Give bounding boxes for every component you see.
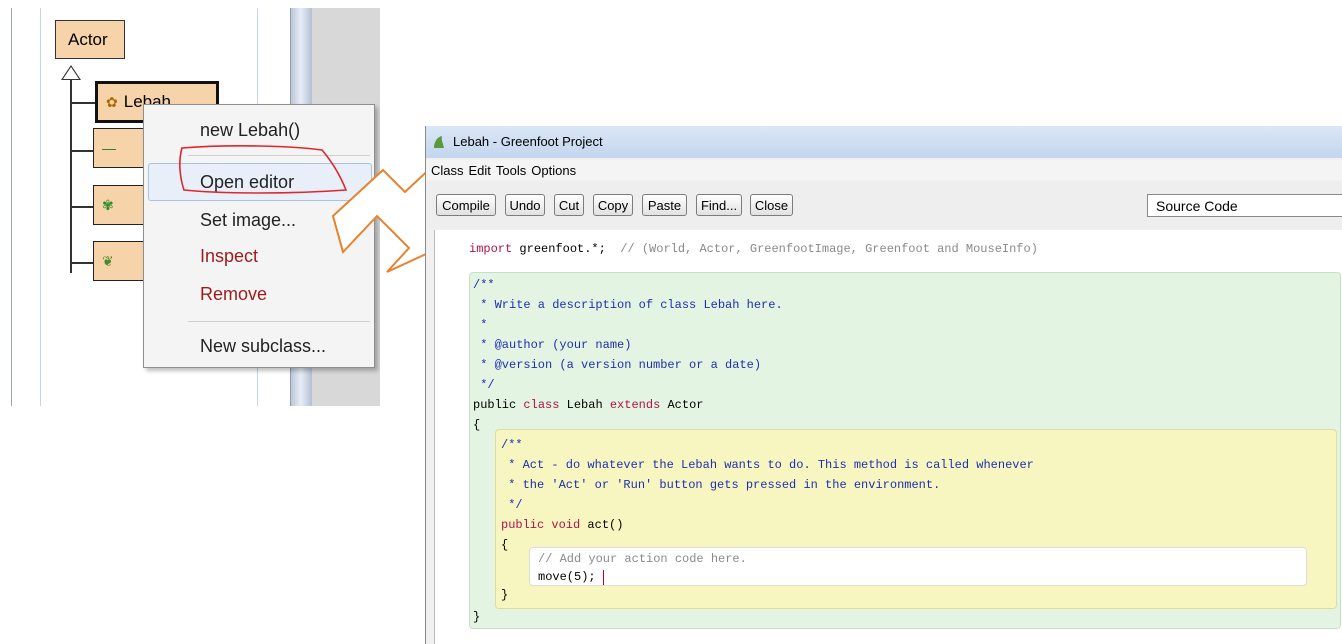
greenfoot-icon (434, 136, 444, 148)
window-titlebar[interactable]: Lebah - Greenfoot Project (426, 126, 1342, 158)
tree-connector (70, 206, 93, 208)
code-line-brace-open: { (473, 418, 481, 432)
code-line-import: import greenfoot.*; // (World, Actor, Gr… (469, 242, 1038, 256)
import-comment: // (World, Actor, GreenfootImage, Greenf… (605, 242, 1038, 256)
menu-item-remove[interactable]: Remove (200, 279, 267, 309)
window-title: Lebah - Greenfoot Project (453, 134, 603, 149)
close-button[interactable]: Close (750, 194, 793, 216)
code-line-method-decl: public void act() (501, 518, 623, 532)
editor-window: Lebah - Greenfoot Project Class Edit Too… (425, 126, 1342, 644)
paste-button[interactable]: Paste (642, 194, 687, 216)
menu-options[interactable]: Options (531, 163, 576, 178)
code-line-class-decl: public class Lebah extends Actor (473, 398, 704, 412)
code-line-doc5: * @version (a version number or a date) (473, 358, 762, 372)
keyword-import: import (469, 242, 513, 256)
code-line-mdoc2: * Act - do whatever the Lebah wants to d… (501, 458, 1034, 472)
menu-edit[interactable]: Edit (469, 163, 491, 178)
keyword-public: public (473, 398, 524, 412)
code-line-body-comment: // Add your action code here. (538, 552, 747, 566)
import-statement: greenfoot.*; (512, 242, 606, 256)
menu-separator (188, 321, 370, 322)
copy-button[interactable]: Copy (593, 194, 633, 216)
code-line-doc3: * (473, 318, 488, 332)
keyword-public-void: public void (501, 518, 581, 532)
menu-bar: Class Edit Tools Options (426, 160, 1342, 180)
bee-icon: ✿ (106, 93, 118, 110)
undo-button[interactable]: Undo (505, 194, 545, 216)
method-name: act() (580, 518, 624, 532)
code-line-method-brace-open: { (501, 538, 509, 552)
frog-icon: ✾ (102, 196, 114, 213)
text-cursor (603, 570, 604, 585)
plant-icon: ❦ (102, 252, 114, 269)
code-editor[interactable]: import greenfoot.*; // (World, Actor, Gr… (434, 230, 1342, 644)
panel-guide-line (40, 8, 41, 406)
keyword-class: class (523, 398, 560, 412)
tree-connector (70, 150, 93, 152)
parent-class: Actor (660, 398, 704, 412)
find-button[interactable]: Find... (696, 194, 742, 216)
panel-border-line (11, 8, 12, 406)
menu-class[interactable]: Class (431, 163, 464, 178)
code-line-doc4: * @author (your name) (473, 338, 632, 352)
code-line-doc6: */ (473, 378, 495, 392)
code-line-doc1: /** (473, 278, 495, 292)
code-line-method-brace-close: } (501, 588, 509, 602)
class-actor-label: Actor (68, 29, 108, 49)
tree-connector (70, 262, 93, 264)
code-line-mdoc1: /** (501, 438, 523, 452)
menu-item-set-image[interactable]: Set image... (200, 205, 296, 235)
code-line-doc2: * Write a description of class Lebah her… (473, 298, 783, 312)
inheritance-arrow-fill (63, 67, 79, 79)
compile-button[interactable]: Compile (436, 194, 496, 216)
toolbar: Compile Undo Cut Copy Paste Find... Clos… (426, 182, 1342, 228)
class-diagram-panel: Actor ✿ Lebah — ✾ ❦ new Lebah() Open edi… (0, 8, 380, 406)
code-line-mdoc4: */ (501, 498, 523, 512)
highlight-circle-annotation (179, 145, 348, 194)
code-line-brace-close: } (473, 610, 481, 624)
class-name: Lebah (559, 398, 610, 412)
class-actor[interactable]: Actor (55, 20, 125, 59)
menu-item-inspect[interactable]: Inspect (200, 241, 258, 271)
code-line-mdoc3: * the 'Act' or 'Run' button gets pressed… (501, 478, 941, 492)
leaf-icon: — (102, 140, 116, 156)
keyword-extends: extends (609, 398, 661, 412)
menu-item-new-subclass[interactable]: New subclass... (200, 331, 326, 361)
cut-button[interactable]: Cut (554, 194, 584, 216)
view-mode-select[interactable]: Source Code (1147, 194, 1342, 217)
menu-item-new-instance[interactable]: new Lebah() (200, 115, 300, 145)
code-line-body-statement: move(5); (538, 570, 596, 584)
tree-connector (70, 102, 95, 104)
menu-tools[interactable]: Tools (496, 163, 526, 178)
tree-connector (70, 79, 72, 273)
